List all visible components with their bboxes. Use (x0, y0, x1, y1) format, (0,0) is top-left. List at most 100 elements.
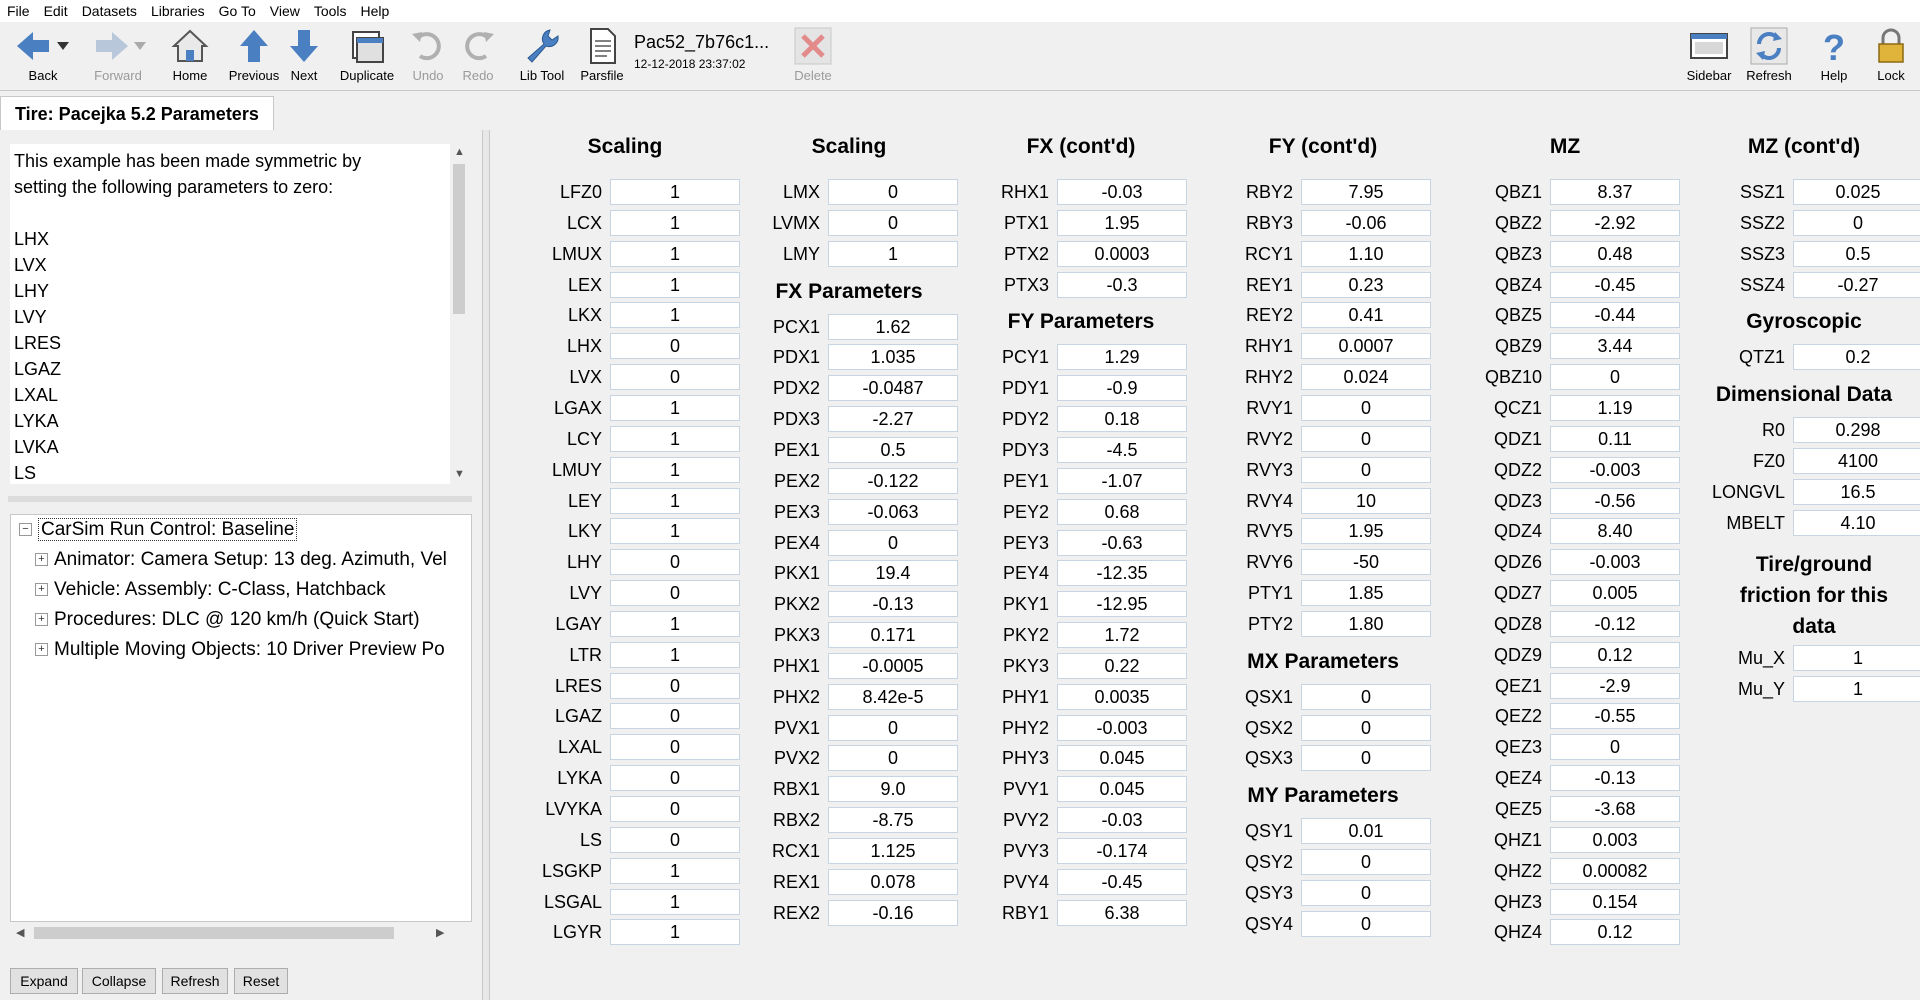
param-value-input[interactable] (1057, 344, 1187, 370)
tree-item[interactable]: + Animator: Camera Setup: 13 deg. Azimuth… (35, 545, 447, 575)
param-value-input[interactable] (610, 395, 740, 421)
param-value-input[interactable] (1550, 796, 1680, 822)
param-value-input[interactable] (1057, 745, 1187, 771)
tree-scroll-thumb[interactable] (34, 927, 394, 939)
param-value-input[interactable] (610, 302, 740, 328)
param-value-input[interactable] (1793, 479, 1920, 505)
param-value-input[interactable] (1550, 426, 1680, 452)
param-value-input[interactable] (1793, 210, 1920, 236)
param-value-input[interactable] (610, 518, 740, 544)
param-value-input[interactable] (1301, 395, 1431, 421)
back-button[interactable]: Back (8, 26, 78, 88)
notes-text[interactable]: This example has been made symmetric by s… (10, 144, 450, 484)
collapse-button[interactable]: Collapse (82, 968, 156, 994)
param-value-input[interactable] (1057, 807, 1187, 833)
param-value-input[interactable] (1550, 302, 1680, 328)
param-value-input[interactable] (1057, 468, 1187, 494)
param-value-input[interactable] (1793, 510, 1920, 536)
param-value-input[interactable] (1550, 364, 1680, 390)
param-value-input[interactable] (1550, 703, 1680, 729)
param-value-input[interactable] (1301, 580, 1431, 606)
param-value-input[interactable] (610, 364, 740, 390)
collapse-node-icon[interactable]: − (19, 523, 32, 537)
param-value-input[interactable] (1057, 653, 1187, 679)
param-value-input[interactable] (610, 796, 740, 822)
forward-button[interactable]: Forward (85, 26, 151, 88)
expand-node-icon[interactable]: + (35, 613, 48, 627)
param-value-input[interactable] (1301, 880, 1431, 906)
param-value-input[interactable] (1550, 179, 1680, 205)
param-value-input[interactable] (828, 807, 958, 833)
param-value-input[interactable] (1057, 684, 1187, 710)
param-value-input[interactable] (828, 344, 958, 370)
param-value-input[interactable] (1793, 676, 1920, 702)
param-value-input[interactable] (610, 457, 740, 483)
param-value-input[interactable] (1301, 715, 1431, 741)
param-value-input[interactable] (1301, 302, 1431, 328)
param-value-input[interactable] (828, 684, 958, 710)
tree-item[interactable]: + Multiple Moving Objects: 10 Driver Prev… (35, 635, 445, 665)
notes-scroll-thumb[interactable] (453, 164, 465, 314)
param-value-input[interactable] (1301, 549, 1431, 575)
undo-button[interactable]: Undo (400, 26, 456, 88)
menu-help[interactable]: Help (354, 3, 397, 19)
tab-tire-pacejka[interactable]: Tire: Pacejka 5.2 Parameters (0, 96, 274, 131)
param-value-input[interactable] (610, 426, 740, 452)
param-value-input[interactable] (828, 468, 958, 494)
param-value-input[interactable] (1057, 622, 1187, 648)
param-value-input[interactable] (1793, 179, 1920, 205)
param-value-input[interactable] (610, 889, 740, 915)
param-value-input[interactable] (1550, 673, 1680, 699)
redo-button[interactable]: Redo (450, 26, 506, 88)
tree-item[interactable]: + Vehicle: Assembly: C-Class, Hatchback (35, 575, 386, 605)
param-value-input[interactable] (610, 241, 740, 267)
param-value-input[interactable] (1301, 488, 1431, 514)
param-value-input[interactable] (1301, 818, 1431, 844)
menu-libraries[interactable]: Libraries (144, 3, 212, 19)
lock-button[interactable]: Lock (1866, 26, 1916, 88)
param-value-input[interactable] (610, 272, 740, 298)
param-value-input[interactable] (1793, 417, 1920, 443)
help-button[interactable]: ? Help (1806, 26, 1862, 88)
menu-file[interactable]: File (0, 3, 37, 19)
param-value-input[interactable] (1057, 838, 1187, 864)
param-value-input[interactable] (610, 210, 740, 236)
param-value-input[interactable] (1793, 241, 1920, 267)
expand-node-icon[interactable]: + (35, 553, 48, 567)
param-value-input[interactable] (828, 314, 958, 340)
param-value-input[interactable] (1057, 591, 1187, 617)
param-value-input[interactable] (610, 179, 740, 205)
param-value-input[interactable] (1550, 611, 1680, 637)
param-value-input[interactable] (1057, 560, 1187, 586)
param-value-input[interactable] (1057, 715, 1187, 741)
param-value-input[interactable] (1550, 457, 1680, 483)
notes-scrollbar[interactable]: ▲ ▼ (450, 144, 468, 484)
param-value-input[interactable] (610, 765, 740, 791)
param-value-input[interactable] (1793, 344, 1920, 370)
refresh-button[interactable]: Refresh (1741, 26, 1797, 88)
param-value-input[interactable] (1550, 518, 1680, 544)
param-value-input[interactable] (1550, 765, 1680, 791)
run-control-tree[interactable]: − CarSim Run Control: Baseline + Animator: … (10, 514, 472, 922)
param-value-input[interactable] (1057, 406, 1187, 432)
param-value-input[interactable] (1550, 858, 1680, 884)
delete-button[interactable]: Delete (785, 26, 841, 88)
menu-tools[interactable]: Tools (307, 3, 354, 19)
param-value-input[interactable] (828, 499, 958, 525)
expand-button[interactable]: Expand (10, 968, 78, 994)
param-value-input[interactable] (1301, 179, 1431, 205)
next-button[interactable]: Next (276, 26, 332, 88)
param-value-input[interactable] (828, 745, 958, 771)
param-value-input[interactable] (828, 715, 958, 741)
menu-go-to[interactable]: Go To (212, 3, 263, 19)
menu-edit[interactable]: Edit (37, 3, 75, 19)
param-value-input[interactable] (1301, 745, 1431, 771)
param-value-input[interactable] (1301, 457, 1431, 483)
param-value-input[interactable] (610, 580, 740, 606)
param-value-input[interactable] (828, 437, 958, 463)
param-value-input[interactable] (1550, 642, 1680, 668)
param-value-input[interactable] (610, 549, 740, 575)
lib-tool-button[interactable]: Lib Tool (511, 26, 573, 88)
param-value-input[interactable] (1793, 645, 1920, 671)
scroll-down-icon[interactable]: ▼ (454, 468, 465, 480)
